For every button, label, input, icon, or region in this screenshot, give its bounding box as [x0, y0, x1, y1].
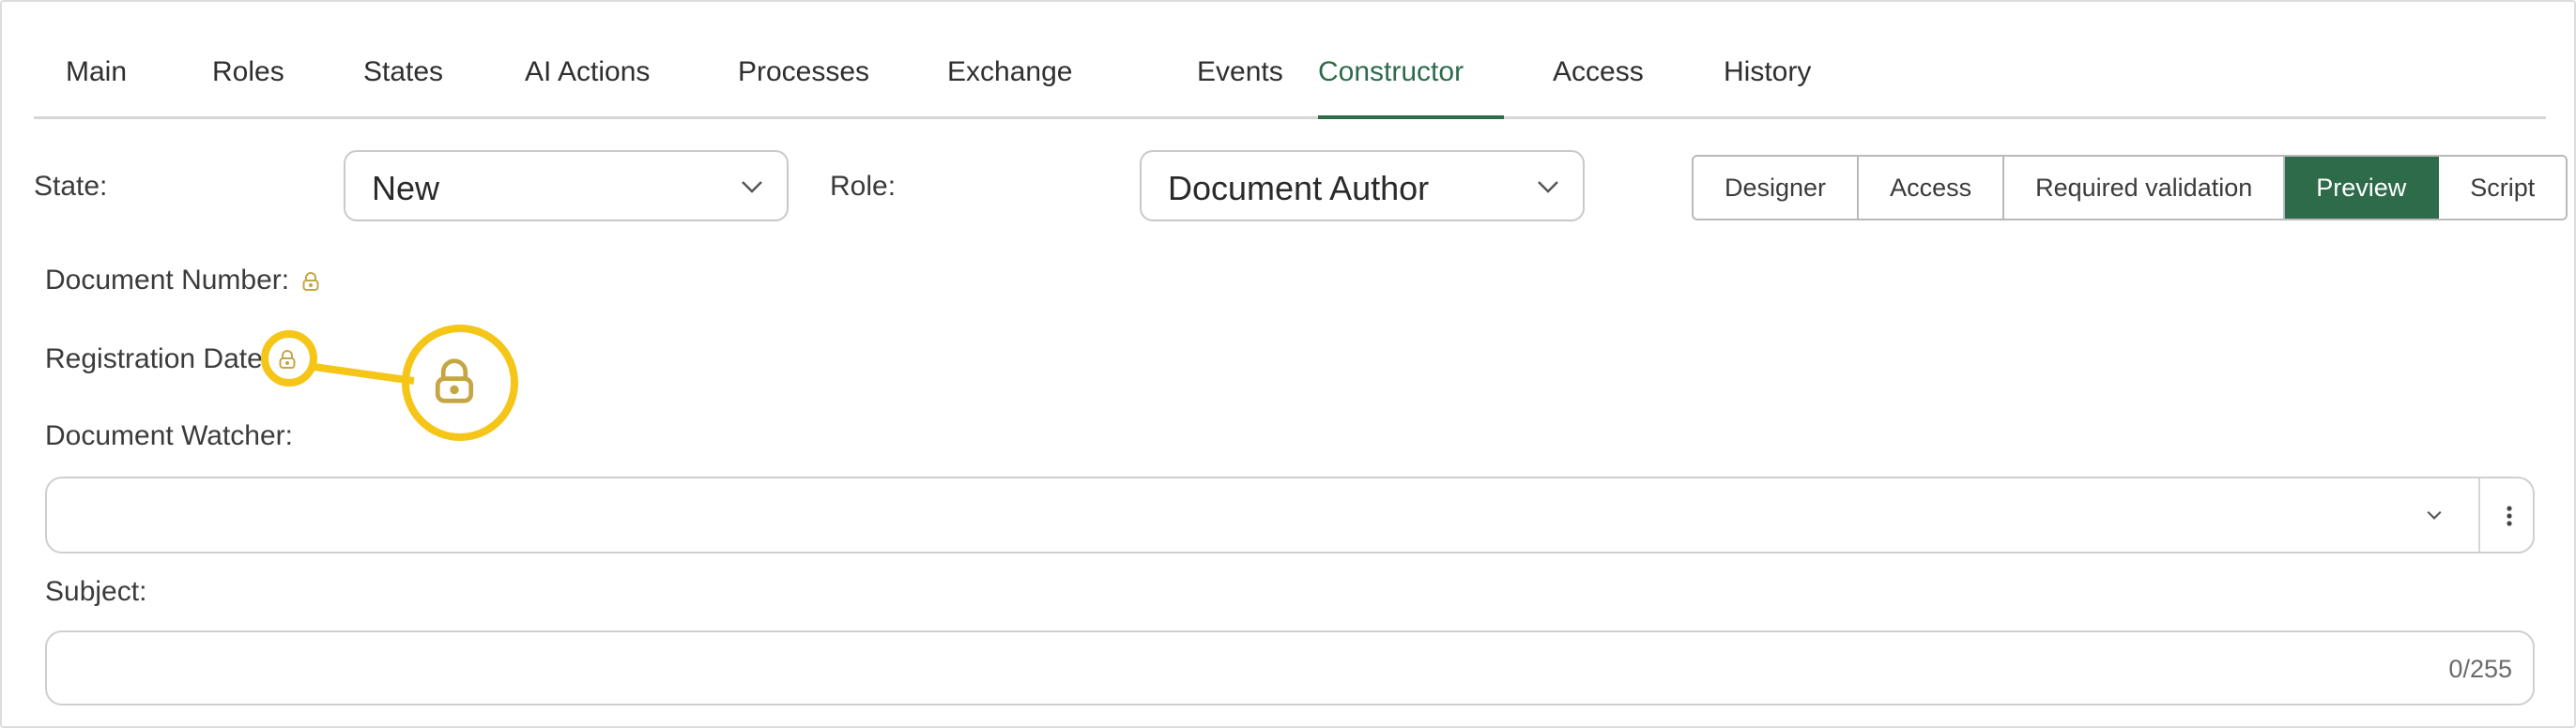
tab-roles[interactable]: Roles	[212, 56, 284, 88]
mode-access-button[interactable]: Access	[1859, 157, 2005, 219]
more-vertical-icon[interactable]	[2499, 501, 2520, 531]
tab-processes[interactable]: Processes	[738, 56, 869, 88]
role-select[interactable]: Document Author	[1140, 150, 1585, 221]
tab-exchange[interactable]: Exchange	[947, 56, 1072, 88]
highlight-ring-small	[261, 330, 317, 387]
subject-char-counter: 0/255	[2448, 655, 2512, 683]
mode-designer-button[interactable]: Designer	[1694, 157, 1860, 219]
tab-states[interactable]: States	[363, 56, 443, 88]
tab-access[interactable]: Access	[1553, 56, 1644, 88]
state-select[interactable]: New	[344, 150, 789, 221]
view-mode-switcher: Designer Access Required validation Prev…	[1692, 155, 2568, 220]
tab-history[interactable]: History	[1724, 56, 1811, 88]
active-tab-indicator	[1318, 115, 1504, 119]
tab-events[interactable]: Events	[1197, 56, 1283, 88]
chevron-down-icon	[742, 181, 762, 193]
role-label: Role:	[830, 171, 897, 202]
document-number-label: Document Number:	[45, 265, 290, 296]
role-select-value: Document Author	[1168, 169, 1430, 207]
subject-label: Subject:	[45, 576, 147, 607]
lock-icon	[435, 358, 474, 403]
subject-input[interactable]: 0/255	[45, 630, 2535, 705]
tab-constructor[interactable]: Constructor	[1318, 56, 1464, 88]
field-divider	[2478, 478, 2480, 552]
registration-date-label: Registration Date	[45, 343, 263, 374]
mode-required-validation-button[interactable]: Required validation	[2004, 157, 2286, 219]
document-watcher-select[interactable]	[45, 477, 2535, 554]
mode-script-button[interactable]: Script	[2439, 157, 2567, 219]
tab-bar: Main Roles States AI Actions Processes E…	[34, 38, 2546, 119]
tab-main[interactable]: Main	[66, 56, 127, 88]
mode-preview-button[interactable]: Preview	[2285, 157, 2440, 219]
chevron-down-icon	[1538, 181, 1558, 193]
document-watcher-label: Document Watcher:	[45, 420, 293, 451]
state-select-value: New	[372, 169, 440, 207]
lock-icon	[302, 272, 319, 291]
chevron-down-icon[interactable]	[2424, 505, 2445, 525]
tab-ai-actions[interactable]: AI Actions	[525, 56, 650, 88]
state-label: State:	[34, 171, 108, 202]
